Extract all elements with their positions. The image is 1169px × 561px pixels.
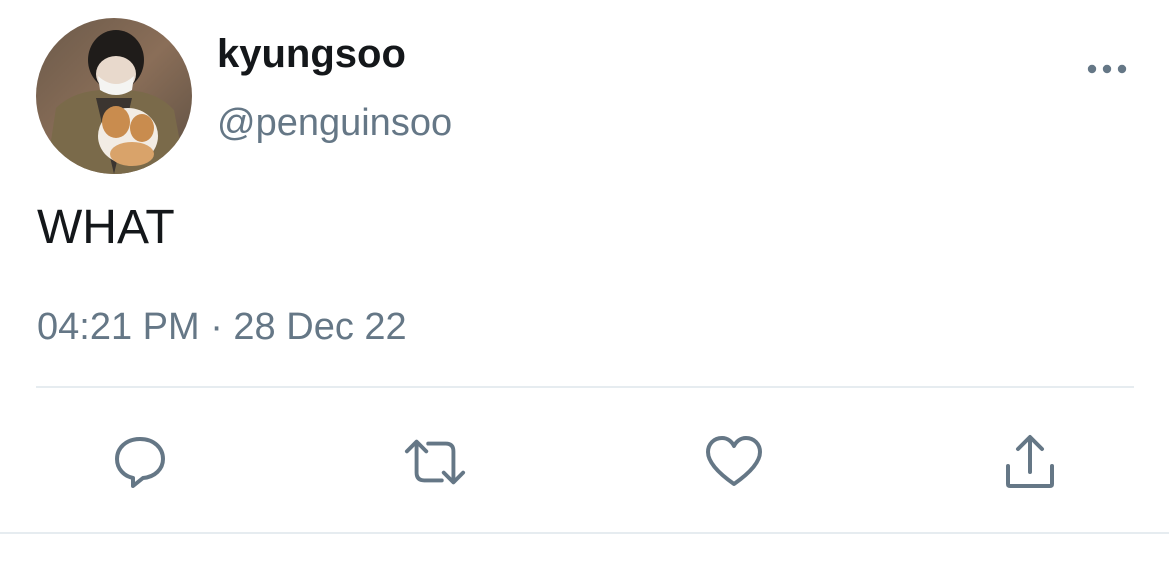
- avatar[interactable]: [36, 18, 192, 174]
- avatar-photo-icon: [36, 18, 192, 174]
- tweet-card: kyungsoo @penguinsoo WHAT 04:21 PM · 28 …: [0, 0, 1169, 561]
- speech-bubble-icon: [115, 437, 165, 488]
- tweet-timestamp[interactable]: 04:21 PM · 28 Dec 22: [37, 306, 407, 349]
- more-options-button[interactable]: [1082, 56, 1132, 82]
- tweet-text: WHAT: [37, 201, 175, 254]
- share-upload-icon: [1006, 435, 1054, 488]
- retweet-button[interactable]: [403, 430, 467, 494]
- retweet-arrows-icon: [404, 439, 466, 485]
- user-handle[interactable]: @penguinsoo: [217, 102, 452, 145]
- like-button[interactable]: [702, 430, 766, 494]
- reply-button[interactable]: [108, 430, 172, 494]
- ellipsis-icon: [1087, 64, 1127, 74]
- divider: [0, 532, 1169, 534]
- divider: [36, 386, 1134, 388]
- share-button[interactable]: [998, 430, 1062, 494]
- heart-icon: [706, 436, 762, 486]
- display-name[interactable]: kyungsoo: [217, 32, 406, 77]
